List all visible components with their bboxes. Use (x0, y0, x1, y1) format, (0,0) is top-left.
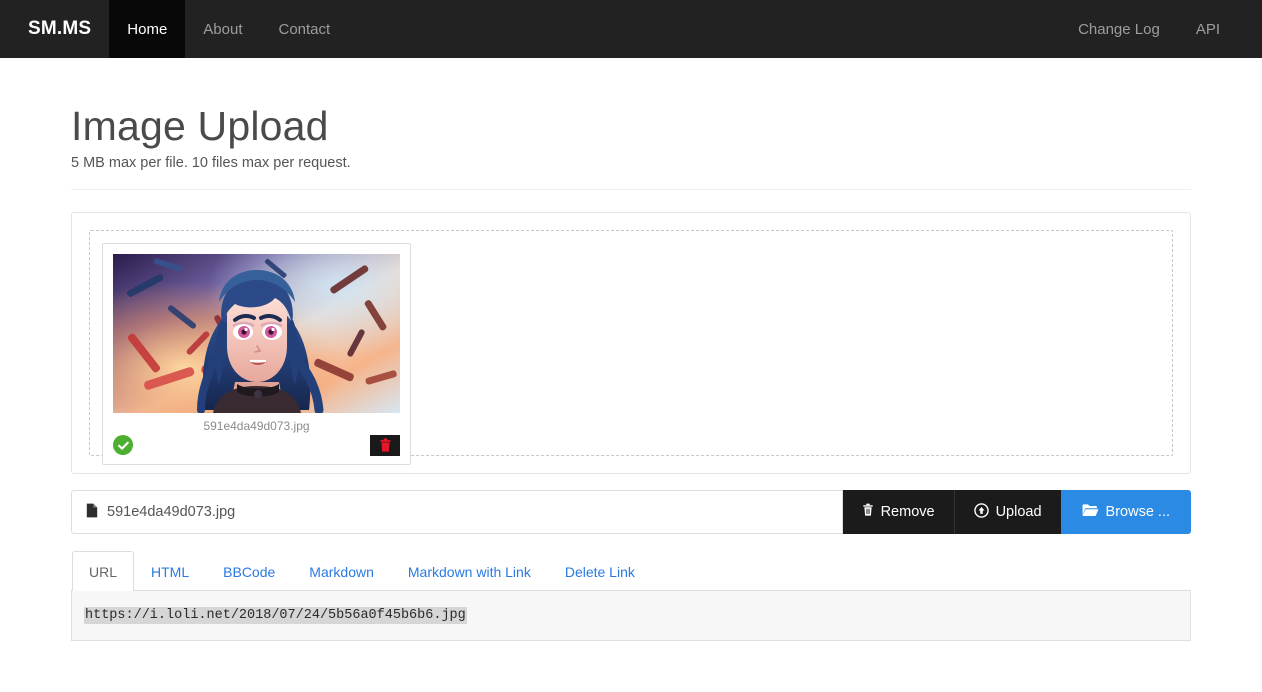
header-divider (71, 189, 1191, 191)
nav-item-home[interactable]: Home (109, 0, 186, 58)
upload-button-label: Upload (995, 504, 1042, 521)
top-navbar: SM.MS Home About Contact Change Log API (0, 0, 1262, 58)
result-panel: https://i.loli.net/2018/07/24/5b56a0f45b… (71, 591, 1191, 641)
file-input-group: 591e4da49d073.jpg Remove Upload Browse .… (71, 490, 1191, 535)
folder-open-icon (1082, 503, 1099, 521)
upload-circle-icon (973, 502, 989, 522)
selected-file-name: 591e4da49d073.jpg (107, 504, 236, 521)
thumbnail-delete-button[interactable] (370, 434, 400, 456)
check-circle-icon (113, 435, 133, 456)
tab-markdown-with-link[interactable]: Markdown with Link (391, 551, 548, 591)
remove-button-label: Remove (880, 504, 935, 521)
tab-html[interactable]: HTML (134, 551, 206, 591)
navbar-right-group: Change Log API (1060, 0, 1262, 58)
browse-button[interactable]: Browse ... (1060, 490, 1191, 535)
page-header: Image Upload 5 MB max per file. 10 files… (71, 58, 1191, 191)
tab-markdown[interactable]: Markdown (292, 551, 391, 591)
navbar-brand[interactable]: SM.MS (0, 0, 109, 58)
upload-button[interactable]: Upload (954, 490, 1061, 535)
remove-button[interactable]: Remove (842, 490, 954, 535)
tab-url[interactable]: URL (72, 551, 135, 592)
nav-item-change-log[interactable]: Change Log (1060, 0, 1178, 58)
thumbnail-preview-image (113, 254, 400, 414)
trash-icon (379, 438, 392, 453)
thumbnail-card[interactable]: 591e4da49d073.jpg (102, 243, 411, 466)
tab-bbcode[interactable]: BBCode (206, 551, 292, 591)
trash-icon (862, 503, 874, 521)
file-dropzone[interactable]: 591e4da49d073.jpg (89, 230, 1173, 466)
file-icon (86, 503, 98, 522)
result-url-text[interactable]: https://i.loli.net/2018/07/24/5b56a0f45b… (84, 607, 467, 625)
result-format-tabs: URL HTML BBCode Markdown Markdown with L… (71, 551, 1191, 592)
page-subtitle: 5 MB max per file. 10 files max per requ… (71, 155, 351, 172)
nav-item-contact[interactable]: Contact (261, 0, 349, 58)
browse-button-label: Browse ... (1105, 504, 1170, 521)
page-title: Image Upload (71, 103, 329, 149)
nav-item-about[interactable]: About (185, 0, 260, 58)
nav-item-api[interactable]: API (1178, 0, 1238, 58)
selected-file-display[interactable]: 591e4da49d073.jpg (71, 490, 843, 535)
page-container: Image Upload 5 MB max per file. 10 files… (61, 58, 1201, 641)
navbar-left-group: SM.MS Home About Contact (0, 0, 348, 58)
upload-panel: 591e4da49d073.jpg (71, 212, 1191, 475)
tab-delete-link[interactable]: Delete Link (548, 551, 652, 591)
thumbnail-filename: 591e4da49d073.jpg (203, 419, 310, 434)
thumbnail-footer (113, 434, 400, 456)
